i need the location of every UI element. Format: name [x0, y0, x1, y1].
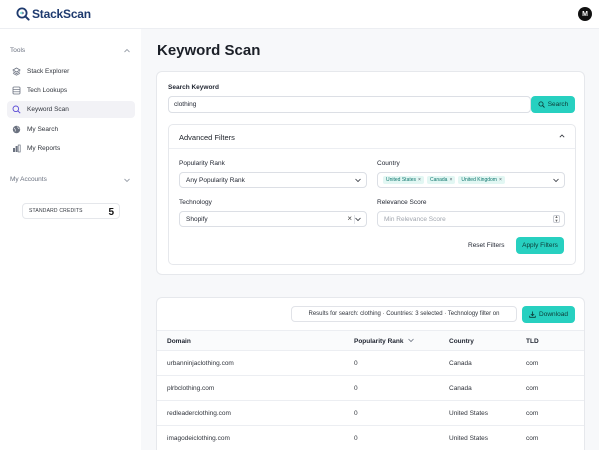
sidebar-item-label: Tech Lookups: [27, 87, 68, 94]
table-row[interactable]: urbanninjaclothing.com 0 Canada com: [157, 351, 584, 376]
advanced-filters-header[interactable]: Advanced Filters: [169, 125, 575, 149]
credits-value: 5: [108, 207, 114, 218]
cell-domain: redleaderclothing.com: [167, 410, 231, 417]
cell-domain: plrbclothing.com: [167, 385, 215, 392]
table-row[interactable]: imagodeiclothing.com 0 United States com: [157, 426, 584, 450]
remove-tag-icon[interactable]: ×: [449, 177, 452, 183]
popularity-rank-label: Popularity Rank: [179, 160, 225, 167]
download-button-label: Download: [539, 311, 568, 318]
column-header-label: Popularity Rank: [354, 338, 404, 345]
search-button-label: Search: [547, 101, 569, 108]
technology-label: Technology: [179, 199, 212, 206]
page-title: Keyword Scan: [157, 42, 261, 59]
logo-icon: [16, 7, 30, 21]
country-tag-label: United States: [386, 177, 417, 183]
cell-tld: com: [526, 360, 539, 367]
app-name: StackScan: [32, 7, 91, 21]
sidebar-item-stack-explorer[interactable]: Stack Explorer: [7, 63, 135, 80]
cell-country: United States: [449, 435, 489, 442]
technology-value: Shopify: [186, 215, 208, 223]
sidebar-item-tech-lookups[interactable]: Tech Lookups: [7, 82, 135, 99]
search-input[interactable]: clothing: [168, 96, 531, 113]
chevron-up-icon[interactable]: [124, 48, 130, 53]
cell-domain: imagodeiclothing.com: [167, 435, 230, 442]
column-header-popularity-rank[interactable]: Popularity Rank: [354, 338, 415, 345]
credits-label: STANDARD CREDITS: [29, 208, 83, 214]
relevance-score-input[interactable]: Min Relevance Score ▲ ▼: [377, 211, 565, 227]
cell-tld: com: [526, 410, 539, 417]
cell-country: United States: [449, 410, 489, 417]
technology-select[interactable]: Shopify ×: [179, 211, 367, 227]
globe-icon: [12, 125, 21, 134]
main-content: Keyword Scan Search Keyword clothing Sea…: [141, 29, 599, 450]
sidebar-item-label: My Search: [27, 126, 59, 133]
cell-popularity-rank: 0: [354, 410, 358, 417]
relevance-score-placeholder: Min Relevance Score: [384, 215, 446, 223]
chevron-down-icon: [553, 178, 559, 183]
search-card: Search Keyword clothing Search Advanced …: [156, 71, 585, 275]
reset-filters-button[interactable]: Reset Filters: [468, 242, 504, 249]
search-icon: [538, 101, 545, 108]
cell-popularity-rank: 0: [354, 435, 358, 442]
column-header-domain[interactable]: Domain: [167, 338, 191, 345]
column-header-country[interactable]: Country: [449, 338, 474, 345]
sort-down-icon: [408, 338, 415, 343]
cell-country: Canada: [449, 360, 472, 367]
table-row[interactable]: redleaderclothing.com 0 United States co…: [157, 401, 584, 426]
chevron-down-icon[interactable]: [124, 178, 130, 183]
advanced-filters-panel: Advanced Filters Popularity Rank Any Pop…: [168, 124, 576, 265]
download-button[interactable]: Download: [522, 306, 575, 323]
popularity-rank-value: Any Popularity Rank: [186, 176, 245, 184]
results-card: Results for search: clothing · Countries…: [156, 297, 585, 450]
country-tag[interactable]: United Kingdom ×: [458, 176, 505, 184]
chevron-down-icon: [355, 217, 361, 222]
column-header-tld[interactable]: TLD: [526, 338, 539, 345]
logo[interactable]: StackScan: [16, 7, 91, 21]
cell-popularity-rank: 0: [354, 360, 358, 367]
cell-tld: com: [526, 435, 539, 442]
sidebar-item-label: Stack Explorer: [27, 68, 70, 75]
top-bar: StackScan M: [0, 0, 599, 29]
download-icon: [529, 311, 536, 318]
sidebar-item-label: Keyword Scan: [27, 106, 69, 113]
sidebar-section-accounts[interactable]: My Accounts: [10, 176, 47, 183]
country-multiselect[interactable]: United States × Canada × United Kingdom ×: [377, 172, 565, 188]
layers-icon: [12, 67, 21, 76]
sidebar-section-tools[interactable]: Tools: [10, 47, 25, 54]
search-button[interactable]: Search: [531, 96, 575, 113]
sidebar: Tools Stack Explorer Tech Lookups Keywor…: [0, 29, 141, 450]
number-stepper-icon[interactable]: ▲ ▼: [553, 215, 560, 223]
chevron-down-icon: [355, 178, 361, 183]
sidebar-item-label: My Reports: [27, 145, 61, 152]
country-tag[interactable]: United States ×: [383, 176, 424, 184]
reports-icon: [12, 144, 21, 153]
search-icon: [12, 105, 21, 114]
sidebar-item-my-reports[interactable]: My Reports: [7, 140, 135, 157]
remove-tag-icon[interactable]: ×: [499, 177, 502, 183]
cell-tld: com: [526, 385, 539, 392]
search-label: Search Keyword: [168, 84, 219, 91]
results-summary: Results for search: clothing · Countries…: [291, 306, 517, 322]
chevron-up-icon[interactable]: [559, 133, 565, 139]
sidebar-item-my-search[interactable]: My Search: [7, 121, 135, 138]
credits-card: STANDARD CREDITS 5: [22, 203, 120, 219]
clear-icon[interactable]: ×: [347, 214, 352, 223]
country-tag-label: United Kingdom: [461, 177, 497, 183]
advanced-filters-title: Advanced Filters: [179, 133, 235, 142]
table-row[interactable]: plrbclothing.com 0 Canada com: [157, 376, 584, 401]
country-tag[interactable]: Canada ×: [426, 176, 456, 184]
avatar[interactable]: M: [578, 7, 592, 21]
relevance-score-label: Relevance Score: [377, 199, 427, 206]
table-header: Domain Popularity Rank Country TLD: [157, 330, 584, 351]
cell-domain: urbanninjaclothing.com: [167, 360, 234, 367]
cell-country: Canada: [449, 385, 472, 392]
country-tag-label: Canada: [429, 177, 448, 183]
apply-filters-button[interactable]: Apply Filters: [516, 237, 564, 254]
country-label: Country: [377, 160, 400, 167]
cell-popularity-rank: 0: [354, 385, 358, 392]
popularity-rank-select[interactable]: Any Popularity Rank: [179, 172, 367, 188]
sidebar-item-keyword-scan[interactable]: Keyword Scan: [7, 101, 135, 118]
database-icon: [12, 86, 21, 95]
remove-tag-icon[interactable]: ×: [418, 177, 421, 183]
